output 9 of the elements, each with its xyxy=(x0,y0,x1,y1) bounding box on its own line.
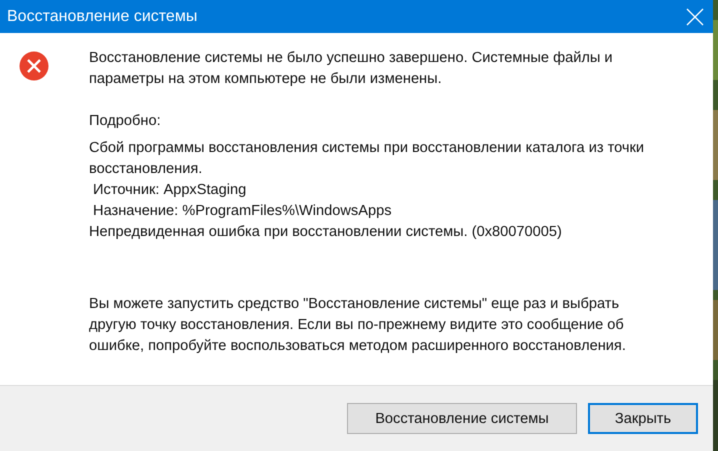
close-button[interactable]: Закрыть xyxy=(588,403,698,434)
details-text: Сбой программы восстановления системы при восстановлении каталога из точки восстановления. Источник: AppxStaging Назначение: %ProgramFiles%\WindowsApps Непредвиденная ошибка при восстановлении системы. (0x80070005) xyxy=(89,139,644,242)
details-label: Подробно: xyxy=(89,112,162,131)
error-icon xyxy=(19,51,49,81)
close-icon[interactable] xyxy=(686,8,704,26)
restore-button[interactable]: Восстановление системы xyxy=(347,403,577,434)
window-title: Восстановление системы xyxy=(7,8,198,26)
hint-text: Вы можете запустить средство "Восстановление системы" еще раз и выбрать другую точку восстановления. Если вы по-прежнему видите это сообщение об ошибке, попробуйте воспользоваться методом расширенного восстановления. xyxy=(89,295,627,356)
error-message: Восстановление системы не было успешно завершено. Системные файлы и параметры на этом компьютере не были изменены. xyxy=(89,49,614,89)
